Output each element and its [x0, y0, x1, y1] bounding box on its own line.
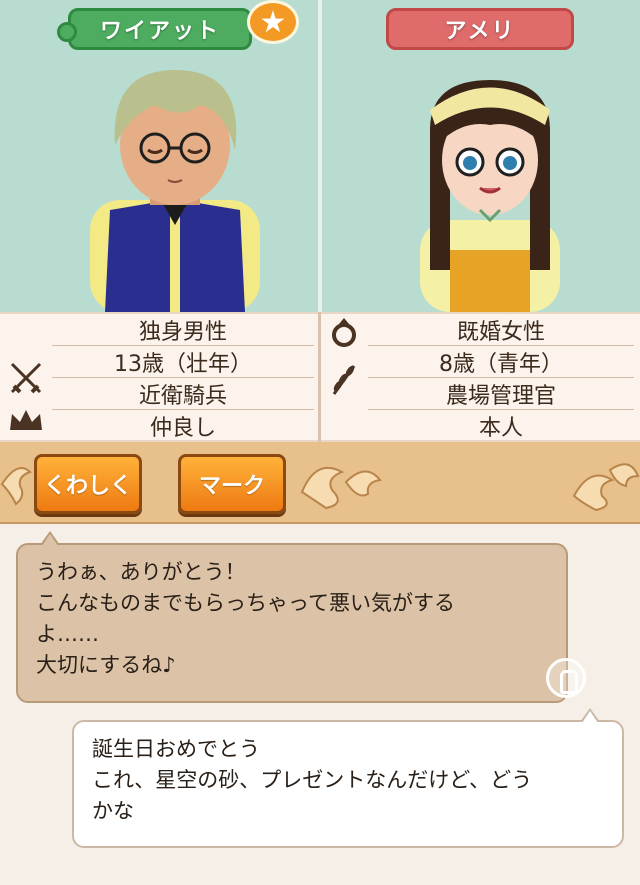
npc-speech-bubble[interactable]: うわぁ、ありがとう！ こんなものまでもらっちゃって悪い気がする よ…… 大切にす…	[16, 531, 568, 703]
wheat-icon	[332, 365, 356, 395]
details-button[interactable]: くわしく	[34, 454, 142, 514]
player-speech-bubble[interactable]: 誕生日おめでとう これ、星空の砂、プレゼントなんだけど、どう かな	[72, 708, 624, 848]
player-line: かな	[92, 799, 134, 823]
left-character-portrait[interactable]	[60, 50, 290, 312]
right-character-portrait[interactable]	[400, 70, 580, 312]
right-job: 農場管理官	[445, 384, 556, 409]
mark-button[interactable]: マーク	[178, 454, 286, 514]
ring-icon	[332, 318, 356, 347]
star-icon: ★	[247, 0, 299, 44]
portrait-divider	[318, 0, 322, 312]
ornament-middle	[300, 467, 382, 510]
player-line: これ、星空の砂、プレゼントなんだけど、どう	[92, 768, 533, 792]
npc-line: よ……	[36, 622, 99, 646]
tap-icon[interactable]	[546, 658, 586, 698]
npc-line: こんなものまでもらっちゃって悪い気がする	[36, 591, 455, 615]
right-relation: 本人	[478, 416, 523, 441]
right-character-name: アメリ	[386, 8, 574, 50]
npc-line: 大切にするね♪	[36, 653, 176, 677]
left-age: 13歳（壮年）	[114, 352, 252, 377]
left-relation: 仲良し	[149, 416, 216, 441]
info-divider	[318, 312, 321, 442]
left-status: 独身男性	[138, 320, 227, 345]
left-character-name: ワイアット	[57, 8, 252, 50]
left-job: 近衛騎兵	[138, 384, 227, 409]
npc-line: うわぁ、ありがとう！	[36, 560, 246, 584]
ornament-left	[0, 467, 32, 506]
crown-icon	[10, 410, 42, 430]
crossed-swords-icon	[10, 362, 42, 394]
right-age: 8歳（青年）	[439, 352, 563, 377]
player-line: 誕生日おめでとう	[92, 737, 260, 761]
right-status: 既婚女性	[456, 320, 545, 345]
ornament-right	[572, 463, 640, 512]
